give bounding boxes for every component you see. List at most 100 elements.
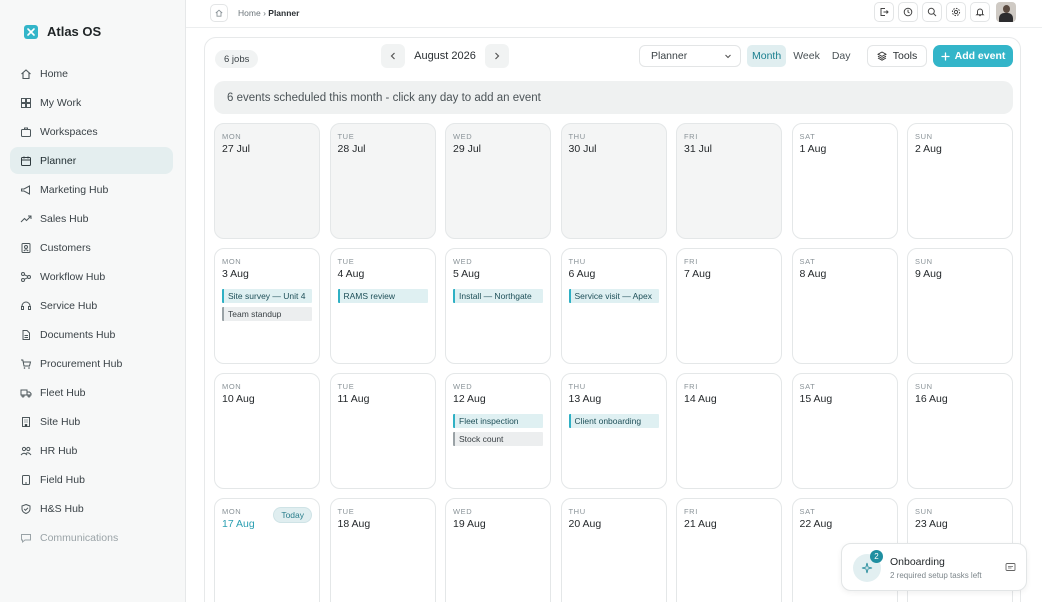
sidebar-item-customers[interactable]: Customers xyxy=(10,234,173,261)
onboarding-title: Onboarding xyxy=(890,556,945,568)
view-select-dropdown[interactable]: Planner xyxy=(639,45,741,67)
calendar-event[interactable]: Client onboarding xyxy=(568,414,659,428)
day-name: MON xyxy=(222,257,242,266)
calendar-day-cell[interactable]: MON 3 Aug Site survey — Unit 4 Team standup xyxy=(214,248,320,364)
sidebar-item-label: Procurement Hub xyxy=(40,357,123,370)
calendar-day-cell[interactable]: MON 17 Aug Today xyxy=(214,498,320,602)
day-date: 18 Aug xyxy=(337,518,371,530)
sidebar-item-service-hub[interactable]: Service Hub xyxy=(10,292,173,319)
calendar-day-cell[interactable]: MON 27 Jul xyxy=(214,123,320,239)
calendar-event[interactable]: Install — Northgate xyxy=(453,289,543,303)
day-date: 15 Aug xyxy=(799,393,833,405)
sidebar-item-hr-hub[interactable]: HR Hub xyxy=(10,437,173,464)
tablet-icon xyxy=(20,474,32,486)
today-badge: Today xyxy=(273,507,312,523)
search-button[interactable] xyxy=(922,2,942,22)
calendar-event[interactable]: Stock count xyxy=(453,432,543,446)
calendar-day-cell[interactable]: SUN 9 Aug xyxy=(907,248,1013,364)
calendar-event[interactable]: Fleet inspection xyxy=(453,414,543,428)
calendar-day-cell[interactable]: SUN 2 Aug xyxy=(907,123,1013,239)
history-button[interactable] xyxy=(898,2,918,22)
tab-month[interactable]: Month xyxy=(747,45,787,67)
day-events: Install — Northgate xyxy=(453,289,543,303)
search-icon xyxy=(927,7,937,17)
calendar-icon xyxy=(20,155,32,167)
next-month-button[interactable] xyxy=(485,44,509,68)
sidebar-item-workspaces[interactable]: Workspaces xyxy=(10,118,173,145)
day-name: THU xyxy=(568,257,586,266)
sidebar-item-field-hub[interactable]: Field Hub xyxy=(10,466,173,493)
day-date: 9 Aug xyxy=(915,268,942,280)
add-event-button[interactable]: Add event xyxy=(933,45,1013,67)
calendar-day-cell[interactable]: FRI 7 Aug xyxy=(676,248,782,364)
sidebar-item-marketing-hub[interactable]: Marketing Hub xyxy=(10,176,173,203)
day-date: 5 Aug xyxy=(453,268,480,280)
sidebar-item-label: Communications xyxy=(40,531,119,544)
sidebar-item-h-s-hub[interactable]: H&S Hub xyxy=(10,495,173,522)
calendar-day-cell[interactable]: TUE 11 Aug xyxy=(329,373,436,489)
breadcrumb-home-link[interactable]: Home xyxy=(238,8,261,18)
sidebar-item-home[interactable]: Home xyxy=(10,60,173,87)
sidebar-item-procurement-hub[interactable]: Procurement Hub xyxy=(10,350,173,377)
calendar-day-cell[interactable]: SAT 15 Aug xyxy=(791,373,898,489)
sidebar: Atlas OS Home My Work Workspaces Planner Mar… xyxy=(0,0,186,602)
chevron-left-icon xyxy=(390,52,395,60)
truck-icon xyxy=(20,387,32,399)
calendar-day-cell[interactable]: THU 20 Aug xyxy=(560,498,667,602)
top-bar: Home › Planner xyxy=(186,0,1042,28)
day-name: FRI xyxy=(684,507,698,516)
previous-month-button[interactable] xyxy=(381,44,405,68)
calendar-day-cell[interactable]: TUE 4 Aug RAMS review xyxy=(329,248,436,364)
calendar-day-cell[interactable]: THU 30 Jul xyxy=(560,123,667,239)
calendar-day-cell[interactable]: FRI 31 Jul xyxy=(676,123,782,239)
sidebar-item-communications[interactable]: Communications xyxy=(10,524,173,551)
breadcrumb-home-button[interactable] xyxy=(210,4,228,22)
shield-icon xyxy=(20,503,32,515)
calendar-day-cell[interactable]: WED 19 Aug xyxy=(445,498,551,602)
notifications-button[interactable] xyxy=(970,2,990,22)
calendar-day-cell[interactable]: SAT 1 Aug xyxy=(791,123,898,239)
message-icon[interactable] xyxy=(1005,562,1016,573)
tools-button[interactable]: Tools xyxy=(867,45,927,67)
day-date: 29 Jul xyxy=(453,143,482,155)
sidebar-item-label: My Work xyxy=(40,96,82,109)
calendar-day-cell[interactable]: SUN 16 Aug xyxy=(907,373,1013,489)
sidebar-item-workflow-hub[interactable]: Workflow Hub xyxy=(10,263,173,290)
calendar-day-cell[interactable]: FRI 14 Aug xyxy=(676,373,782,489)
calendar-event[interactable]: Team standup xyxy=(222,307,312,321)
calendar-event[interactable]: RAMS review xyxy=(337,289,428,303)
calendar-day-cell[interactable]: SAT 8 Aug xyxy=(791,248,898,364)
calendar-day-cell[interactable]: THU 13 Aug Client onboarding xyxy=(560,373,667,489)
day-name: SUN xyxy=(915,257,933,266)
onboarding-subtitle: 2 required setup tasks left xyxy=(890,571,982,580)
bell-icon xyxy=(975,8,985,17)
settings-button[interactable] xyxy=(946,2,966,22)
onboarding-card[interactable]: 2 Onboarding 2 required setup tasks left xyxy=(841,543,1027,591)
sidebar-item-documents-hub[interactable]: Documents Hub xyxy=(10,321,173,348)
document-icon xyxy=(20,329,32,341)
calendar-day-cell[interactable]: MON 10 Aug xyxy=(214,373,320,489)
calendar-event[interactable]: Service visit — Apex xyxy=(568,289,659,303)
logout-button[interactable] xyxy=(874,2,894,22)
calendar-day-cell[interactable]: WED 29 Jul xyxy=(445,123,551,239)
user-avatar[interactable] xyxy=(996,2,1016,22)
brand[interactable]: Atlas OS xyxy=(24,24,101,39)
sidebar-item-sales-hub[interactable]: Sales Hub xyxy=(10,205,173,232)
tab-week[interactable]: Week xyxy=(788,45,825,67)
calendar-day-cell[interactable]: WED 5 Aug Install — Northgate xyxy=(445,248,551,364)
tab-day[interactable]: Day xyxy=(827,45,856,67)
calendar-day-cell[interactable]: TUE 18 Aug xyxy=(329,498,436,602)
sidebar-item-site-hub[interactable]: Site Hub xyxy=(10,408,173,435)
sidebar-item-planner[interactable]: Planner xyxy=(10,147,173,174)
calendar-event[interactable]: Site survey — Unit 4 xyxy=(222,289,312,303)
calendar-day-cell[interactable]: WED 12 Aug Fleet inspection Stock count xyxy=(445,373,551,489)
calendar-day-cell[interactable]: FRI 21 Aug xyxy=(676,498,782,602)
day-events: Site survey — Unit 4 Team standup xyxy=(222,289,312,321)
calendar-day-cell[interactable]: THU 6 Aug Service visit — Apex xyxy=(560,248,667,364)
day-date: 14 Aug xyxy=(684,393,717,405)
calendar-day-cell[interactable]: TUE 28 Jul xyxy=(329,123,436,239)
day-date: 31 Jul xyxy=(684,143,713,155)
sidebar-item-fleet-hub[interactable]: Fleet Hub xyxy=(10,379,173,406)
day-name: WED xyxy=(453,257,473,266)
sidebar-item-my-work[interactable]: My Work xyxy=(10,89,173,116)
